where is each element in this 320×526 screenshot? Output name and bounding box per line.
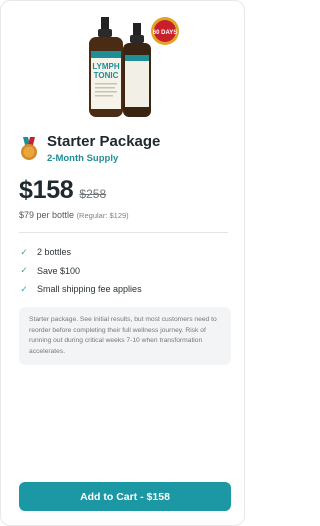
bottle-label-line2: TONIC xyxy=(94,71,119,80)
old-price: $258 xyxy=(79,187,107,201)
regular-price: (Regular: $129) xyxy=(76,211,129,220)
per-bottle-text: $79 per bottle xyxy=(19,210,75,220)
medal-icon xyxy=(21,137,37,160)
feature-text: Small shipping fee applies xyxy=(37,284,142,295)
package-title: Starter Package xyxy=(47,133,161,150)
badge-text: 60 DAYS xyxy=(153,30,177,36)
package-note: Starter package. See initial results, bu… xyxy=(19,307,231,365)
list-item: ✓ Small shipping fee applies xyxy=(19,280,142,299)
feature-text: Save $100 xyxy=(37,265,81,276)
bottle-label-line1: LYMPH xyxy=(92,62,119,71)
check-icon: ✓ xyxy=(20,283,28,294)
package-subtitle: 2-Month Supply xyxy=(47,153,119,164)
add-to-cart-button[interactable]: Add to Cart - $158 xyxy=(19,482,231,511)
list-item: ✓ Save $100 xyxy=(19,262,142,281)
package-card: LYMPH TONIC 60 DAYS Starter Package 2-Mo… xyxy=(0,0,245,526)
list-item: ✓ 2 bottles xyxy=(19,243,142,262)
package-header: Starter Package 2-Month Supply xyxy=(19,133,160,164)
price-row: $158 $258 xyxy=(19,176,106,205)
feature-text: 2 bottles xyxy=(37,247,72,258)
price: $158 xyxy=(19,176,74,204)
divider xyxy=(19,232,228,233)
check-icon: ✓ xyxy=(20,265,28,276)
check-icon: ✓ xyxy=(20,246,28,257)
per-bottle-price: $79 per bottle (Regular: $129) xyxy=(19,210,129,220)
guarantee-badge-icon: 60 DAYS xyxy=(151,17,179,45)
product-bottles-image: LYMPH TONIC 60 DAYS xyxy=(89,17,179,117)
feature-list: ✓ 2 bottles ✓ Save $100 ✓ Small shipping… xyxy=(19,243,142,299)
